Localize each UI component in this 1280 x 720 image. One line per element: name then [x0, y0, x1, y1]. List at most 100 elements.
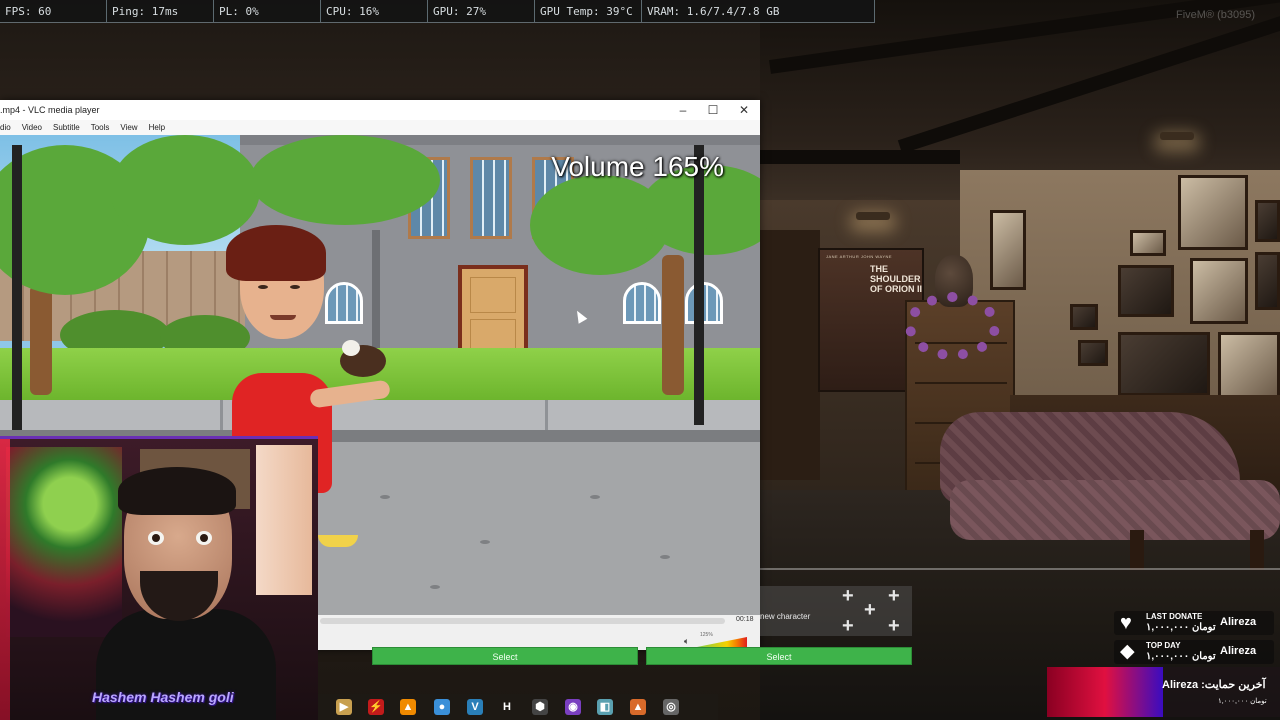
plus-icon[interactable]: + [842, 586, 854, 606]
arched-window [325, 282, 363, 324]
wall-frame [990, 210, 1026, 290]
flower-lei [905, 292, 1000, 360]
cartoon-eye [290, 285, 300, 289]
streamer-name: Hashem Hashem goli [92, 689, 234, 705]
wall-frame [1118, 332, 1210, 396]
wall-lamp [856, 212, 890, 220]
wall-frame [1218, 332, 1280, 400]
settings-app-icon[interactable]: ◎ [663, 699, 679, 715]
streamer-eye [148, 531, 164, 545]
ping-readout: Ping: 17ms [107, 0, 214, 22]
window-title: .mp4 - VLC media player [0, 105, 100, 115]
vram-readout: VRAM: 1.6/7.4/7.8 GB [642, 0, 875, 22]
curtain [256, 445, 312, 595]
top-day-title: TOP DAY [1146, 641, 1181, 650]
discord-icon[interactable]: ◉ [565, 699, 581, 715]
minimize-button[interactable]: – [668, 102, 698, 118]
poster-credits: JANE ARTHUR JOHN WAYNE [826, 254, 893, 259]
vlc-menubar: dio Video Subtitle Tools View Help [0, 120, 760, 135]
menu-video[interactable]: Video [22, 120, 42, 135]
notes-app-icon[interactable]: ◧ [597, 699, 613, 715]
menu-view[interactable]: View [120, 120, 137, 135]
lightning-app-icon[interactable]: ⚡ [368, 699, 384, 715]
build-label: FiveM® (b3095) [1175, 9, 1255, 21]
gpu-temp-readout: GPU Temp: 39°C [535, 0, 642, 22]
new-character-label: new character [760, 612, 811, 621]
heart-icon: ♥ [1120, 612, 1132, 634]
top-day-amount: ۱,۰۰۰,۰۰۰ تومان [1146, 651, 1216, 662]
triangle-app-icon[interactable]: ▲ [630, 699, 646, 715]
webcam-overlay: Hashem Hashem goli [0, 436, 318, 720]
menu-tools[interactable]: Tools [91, 120, 110, 135]
menu-media[interactable]: dio [0, 120, 11, 135]
fps-readout: FPS: 60 [0, 0, 107, 22]
support-color-block [1047, 667, 1163, 717]
tree-trunk [30, 285, 52, 395]
wall-frame [1178, 175, 1248, 250]
sofa-seat [950, 480, 1280, 540]
plus-icon[interactable]: + [864, 600, 876, 620]
diamond-icon: ◆ [1120, 641, 1135, 662]
volume-slider[interactable] [697, 637, 747, 647]
tree-trunk [662, 255, 684, 395]
streamer-hair [118, 467, 236, 515]
ceiling-beam [760, 150, 960, 164]
wall-frame [1070, 304, 1098, 330]
road-spot [380, 495, 390, 499]
volume-percent: 125% [700, 632, 713, 638]
eagle-head [342, 340, 360, 356]
last-donate-amount: ۱,۰۰۰,۰۰۰ تومان [1146, 622, 1216, 633]
browser-icon[interactable]: ● [434, 699, 450, 715]
volume-osd: Volume 165% [551, 151, 724, 182]
joker-poster [6, 447, 122, 637]
h-app-icon[interactable]: H [499, 699, 515, 715]
road-spot [660, 555, 670, 559]
plus-icon[interactable]: + [888, 616, 900, 636]
sidewalk [0, 400, 760, 430]
arched-window [623, 282, 661, 324]
last-support-amount: ۱,۰۰۰,۰۰۰ تومان [1218, 698, 1267, 705]
cartoon-mouth [270, 315, 296, 320]
menu-subtitle[interactable]: Subtitle [53, 120, 80, 135]
doorway [760, 230, 820, 480]
wall-frame [1255, 252, 1280, 310]
wall-frame [1118, 265, 1174, 317]
close-button[interactable]: ✕ [729, 102, 759, 118]
floor-line [760, 568, 1280, 570]
menu-help[interactable]: Help [149, 120, 165, 135]
maximize-button[interactable]: ☐ [698, 102, 728, 118]
gpu-readout: GPU: 27% [428, 0, 535, 22]
select-button-right[interactable]: Select [646, 647, 912, 665]
street-lamp [694, 145, 704, 425]
building-window [470, 157, 512, 239]
vscode-icon[interactable]: V [467, 699, 483, 715]
road-spot [480, 540, 490, 544]
plus-icon[interactable]: + [842, 616, 854, 636]
seek-bar[interactable] [320, 618, 725, 624]
road-spot [430, 585, 440, 589]
wall-frame [1130, 230, 1166, 256]
wall-frame [1255, 200, 1280, 242]
sofa-leg [1130, 530, 1144, 570]
vlc-cone-icon[interactable]: ▲ [400, 699, 416, 715]
last-donate-name: Alireza [1220, 616, 1257, 628]
streamer-eye [196, 531, 212, 545]
hexagon-app-icon[interactable]: ⬢ [532, 699, 548, 715]
street-lamp [12, 145, 22, 430]
speaker-icon[interactable]: 🔈︎ [684, 636, 689, 647]
plus-icon[interactable]: + [888, 586, 900, 606]
led-strip [0, 439, 10, 720]
drain-pipe [372, 230, 380, 360]
last-support-title: آخرین حمایت: Alireza [1162, 679, 1266, 691]
tree-canopy [110, 135, 260, 245]
last-donate-row: ♥ LAST DONATE ۱,۰۰۰,۰۰۰ تومان Alireza [1114, 611, 1274, 635]
select-button-left[interactable]: Select [372, 647, 638, 665]
top-day-name: Alireza [1220, 645, 1257, 657]
cartoon-eye [258, 285, 268, 289]
arched-window [685, 282, 723, 324]
media-player-icon[interactable]: ▶ [336, 699, 352, 715]
cartoon-character-hair [226, 225, 326, 281]
cpu-readout: CPU: 16% [321, 0, 428, 22]
vlc-titlebar[interactable]: .mp4 - VLC media player – ☐ ✕ [0, 100, 760, 120]
tree-canopy [250, 135, 440, 225]
